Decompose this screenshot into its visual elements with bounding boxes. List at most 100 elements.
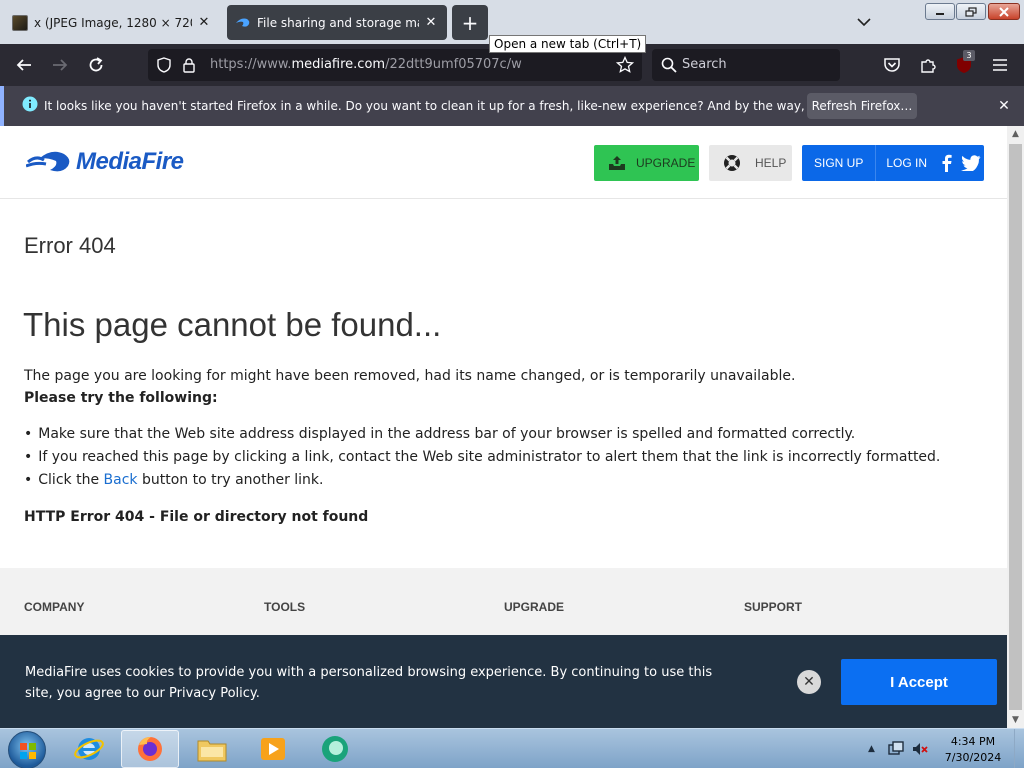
upgrade-button[interactable]: UPGRADE [594,145,699,181]
system-tray: ▲ [868,729,929,768]
search-bar[interactable]: Search [652,49,840,81]
error-title: This page cannot be found... [23,306,442,343]
taskbar-file-explorer[interactable] [183,730,241,768]
back-arrow-icon [16,59,31,71]
upgrade-label: UPGRADE [636,156,696,170]
media-player-icon [261,738,285,760]
firefox-icon [138,737,162,761]
bookmark-star-icon[interactable] [616,56,634,74]
windows-logo-icon [20,743,36,759]
new-tab-button[interactable]: + [452,5,488,40]
list-item: Click the Back button to try another lin… [24,472,940,495]
url-prefix: https://www. [210,57,292,72]
try-following-heading: Please try the following: [24,390,218,406]
scroll-up-icon[interactable]: ▲ [1007,126,1024,142]
clock-date: 7/30/2024 [944,751,1002,764]
close-notification-button[interactable]: ✕ [994,96,1014,116]
lifebuoy-icon [724,155,740,171]
refresh-firefox-button[interactable]: Refresh Firefox… [807,93,917,119]
hamburger-menu-icon [993,59,1007,71]
info-icon [22,96,38,112]
auth-button-group: SIGN UP LOG IN [802,145,984,181]
log-in-button[interactable]: LOG IN [876,145,937,181]
list-item: Make sure that the Web site address disp… [24,426,940,449]
back-link[interactable]: Back [104,472,138,488]
internet-explorer-icon [74,738,104,760]
image-favicon-icon [12,14,28,31]
windows-taskbar: ▲ 4:34 PM 7/30/2024 [0,728,1024,768]
twitter-icon[interactable] [961,155,981,171]
forward-button[interactable] [48,53,72,77]
close-icon: ✕ [998,98,1010,114]
footer-heading-company: COMPANY [24,600,85,614]
forward-arrow-icon [53,59,68,71]
show-hidden-icons-icon[interactable]: ▲ [868,744,875,754]
restore-window-button[interactable] [956,3,986,20]
page-scrollbar[interactable]: ▲ ▼ [1007,126,1024,728]
back-button[interactable] [12,53,36,77]
scroll-down-icon[interactable]: ▼ [1007,712,1024,728]
footer-heading-tools: TOOLS [264,600,306,614]
tracking-shield-icon [157,57,171,73]
lock-icon [183,58,195,73]
help-label: HELP [755,156,787,170]
logo-text: MediaFire [76,148,184,175]
upgrade-box-icon [609,156,625,170]
error-code-heading: Error 404 [24,233,116,258]
suggestion-text-post: button to try another link. [137,472,324,488]
show-desktop-button[interactable] [1014,729,1024,768]
mediafire-favicon-icon [235,15,251,31]
chevron-down-icon [857,18,871,27]
reload-icon [89,57,103,72]
notification-message: It looks like you haven't started Firefo… [44,99,900,113]
tab-strip: x (JPEG Image, 1280 × 720 pixels) ✕ File… [0,0,1024,53]
address-bar[interactable]: https://www.mediafire.com/22dtt9umf05707… [148,49,642,81]
tab-mediafire[interactable]: File sharing and storage made simple ✕ [227,5,447,40]
extension-badge: 3 [963,50,975,61]
app-menu-button[interactable] [988,53,1012,77]
puzzle-piece-icon [921,59,936,73]
restore-icon [965,6,977,17]
close-icon: ✕ [803,674,815,690]
taskbar-clock[interactable]: 4:34 PM 7/30/2024 [940,734,1006,766]
help-button[interactable]: HELP [709,145,792,181]
suggestion-text: If you reached this page by clicking a l… [38,449,941,465]
tab-jpeg-image[interactable]: x (JPEG Image, 1280 × 720 pixels) ✕ [4,5,220,40]
sign-up-button[interactable]: SIGN UP [802,145,877,181]
mediafire-logo[interactable]: MediaFire [26,148,184,176]
close-tab-icon[interactable]: ✕ [423,15,439,30]
refresh-firefox-notification: It looks like you haven't started Firefo… [0,86,1024,126]
cookie-close-button[interactable]: ✕ [797,670,821,694]
close-icon [999,6,1009,17]
close-window-button[interactable] [988,3,1020,20]
cookie-message: MediaFire uses cookies to provide you wi… [25,665,713,701]
minimize-window-button[interactable] [925,3,955,20]
folder-icon [197,740,227,762]
http-error-text: HTTP Error 404 - File or directory not f… [24,509,369,525]
footer-heading-upgrade: UPGRADE [504,600,565,614]
url-path: /22dtt9umf05707c/w [385,57,522,72]
list-all-tabs-button[interactable] [854,12,874,32]
scrollbar-thumb[interactable] [1009,144,1022,710]
taskbar-firefox[interactable] [121,730,179,768]
list-item: If you reached this page by clicking a l… [24,449,940,472]
taskbar-green-app[interactable] [306,730,364,768]
plus-icon: + [461,10,479,35]
volume-muted-icon[interactable] [911,741,929,757]
close-tab-icon[interactable]: ✕ [196,15,212,30]
start-button[interactable] [8,731,46,768]
pocket-icon [884,58,900,72]
url-text[interactable]: https://www.mediafire.com/22dtt9umf05707… [210,57,522,72]
pocket-button[interactable] [880,53,904,77]
extensions-button[interactable] [916,53,940,77]
action-center-flag-icon[interactable] [887,741,905,757]
taskbar-media-player[interactable] [244,730,302,768]
accept-cookies-button[interactable]: I Accept [841,659,997,705]
tab-title: x (JPEG Image, 1280 × 720 pixels) [34,15,192,30]
social-login-group [939,154,981,172]
reload-button[interactable] [84,53,108,77]
url-host: mediafire.com [291,57,386,72]
facebook-icon[interactable] [939,154,955,172]
taskbar-internet-explorer[interactable] [60,730,118,768]
footer-heading-support: SUPPORT [744,600,803,614]
